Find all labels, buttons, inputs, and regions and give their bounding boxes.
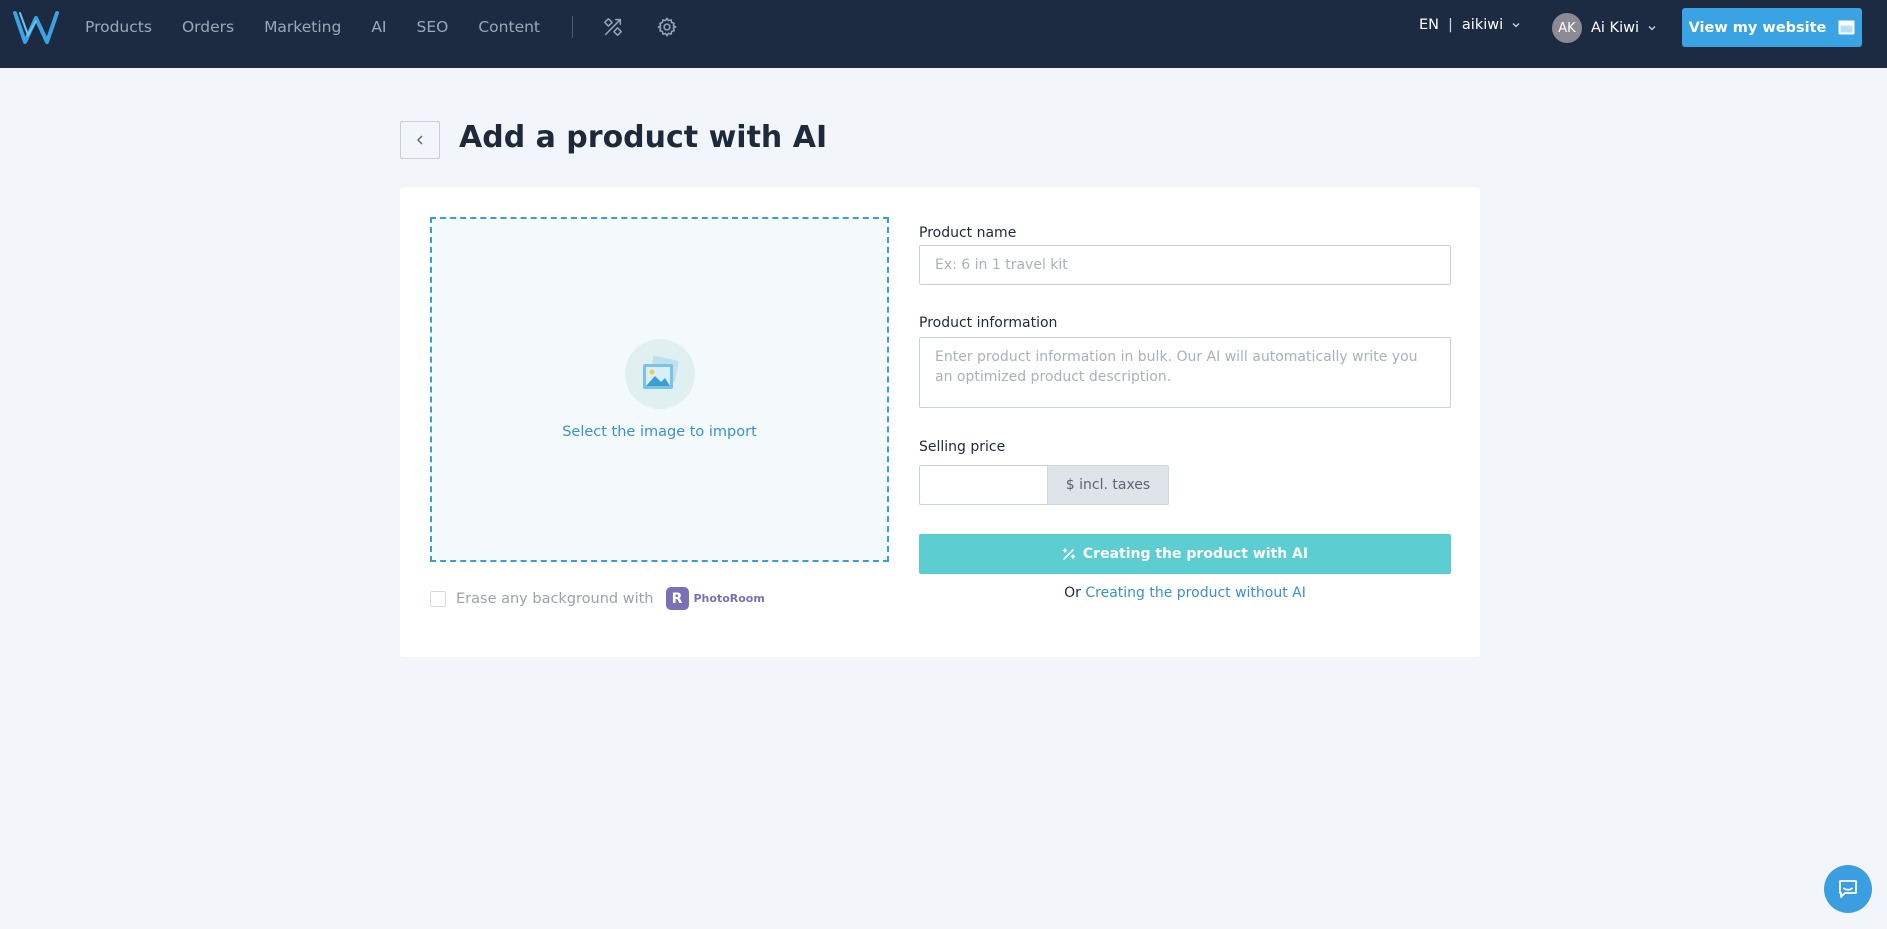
add-product-card: Select the image to import Erase any bac… xyxy=(400,187,1480,657)
chevron-down-icon xyxy=(1512,23,1520,28)
top-navbar: Products Orders Marketing AI SEO Content… xyxy=(0,0,1887,68)
back-button[interactable] xyxy=(400,121,440,159)
create-without-ai-link[interactable]: Creating the product without AI xyxy=(1085,585,1306,601)
photoroom-logo: R PhotoRoom xyxy=(665,587,765,610)
dropzone-label: Select the image to import xyxy=(562,424,757,440)
without-ai-row: Or Creating the product without AI xyxy=(919,585,1451,601)
chat-icon xyxy=(1839,880,1857,898)
wizishop-logo-icon[interactable] xyxy=(12,9,60,47)
nav-item-seo[interactable]: SEO xyxy=(417,18,449,36)
design-tools-icon[interactable] xyxy=(601,15,625,39)
photoroom-name: PhotoRoom xyxy=(693,592,765,605)
language-shop-separator: | xyxy=(1448,17,1453,33)
price-currency-suffix: $ incl. taxes xyxy=(1047,465,1169,505)
nav-item-content[interactable]: Content xyxy=(478,18,540,36)
selling-price-input[interactable] xyxy=(919,465,1049,505)
browser-window-icon xyxy=(1838,20,1855,35)
shop-name: aikiwi xyxy=(1461,17,1504,33)
photoroom-logo-icon: R xyxy=(665,587,689,610)
language-code: EN xyxy=(1419,17,1440,33)
product-info-label: Product information xyxy=(919,315,1058,331)
user-name: Ai Kiwi xyxy=(1591,20,1639,36)
nav-item-orders[interactable]: Orders xyxy=(182,18,234,36)
chevron-down-icon xyxy=(1648,26,1656,31)
nav-item-marketing[interactable]: Marketing xyxy=(264,18,341,36)
avatar: AK xyxy=(1552,13,1582,43)
erase-background-checkbox[interactable] xyxy=(430,590,446,607)
or-text: Or xyxy=(1064,585,1081,601)
erase-background-row: Erase any background with R PhotoRoom xyxy=(430,587,765,610)
gear-icon[interactable] xyxy=(655,15,679,39)
nav-item-ai[interactable]: AI xyxy=(371,18,386,36)
image-dropzone[interactable]: Select the image to import xyxy=(430,217,889,562)
chat-launcher-button[interactable] xyxy=(1824,865,1872,913)
selling-price-label: Selling price xyxy=(919,439,1006,455)
nav-divider xyxy=(572,16,574,38)
image-upload-icon xyxy=(625,339,695,409)
shop-language-selector[interactable]: EN | aikiwi xyxy=(1419,17,1521,33)
product-name-label: Product name xyxy=(919,225,1017,241)
main-nav: Products Orders Marketing AI SEO Content xyxy=(85,0,709,54)
chevron-left-icon xyxy=(417,135,423,145)
product-name-input[interactable] xyxy=(919,245,1451,285)
create-with-ai-button[interactable]: Creating the product with AI xyxy=(919,534,1451,574)
magic-wand-icon xyxy=(1062,548,1076,560)
page-title: Add a product with AI xyxy=(459,120,828,155)
erase-background-label: Erase any background with xyxy=(456,590,654,607)
view-website-label: View my website xyxy=(1688,19,1827,36)
user-menu[interactable]: AK Ai Kiwi xyxy=(1552,13,1657,43)
product-info-textarea[interactable] xyxy=(919,337,1451,408)
view-website-button[interactable]: View my website xyxy=(1682,8,1862,47)
create-with-ai-label: Creating the product with AI xyxy=(1082,546,1309,562)
nav-item-products[interactable]: Products xyxy=(85,18,152,36)
